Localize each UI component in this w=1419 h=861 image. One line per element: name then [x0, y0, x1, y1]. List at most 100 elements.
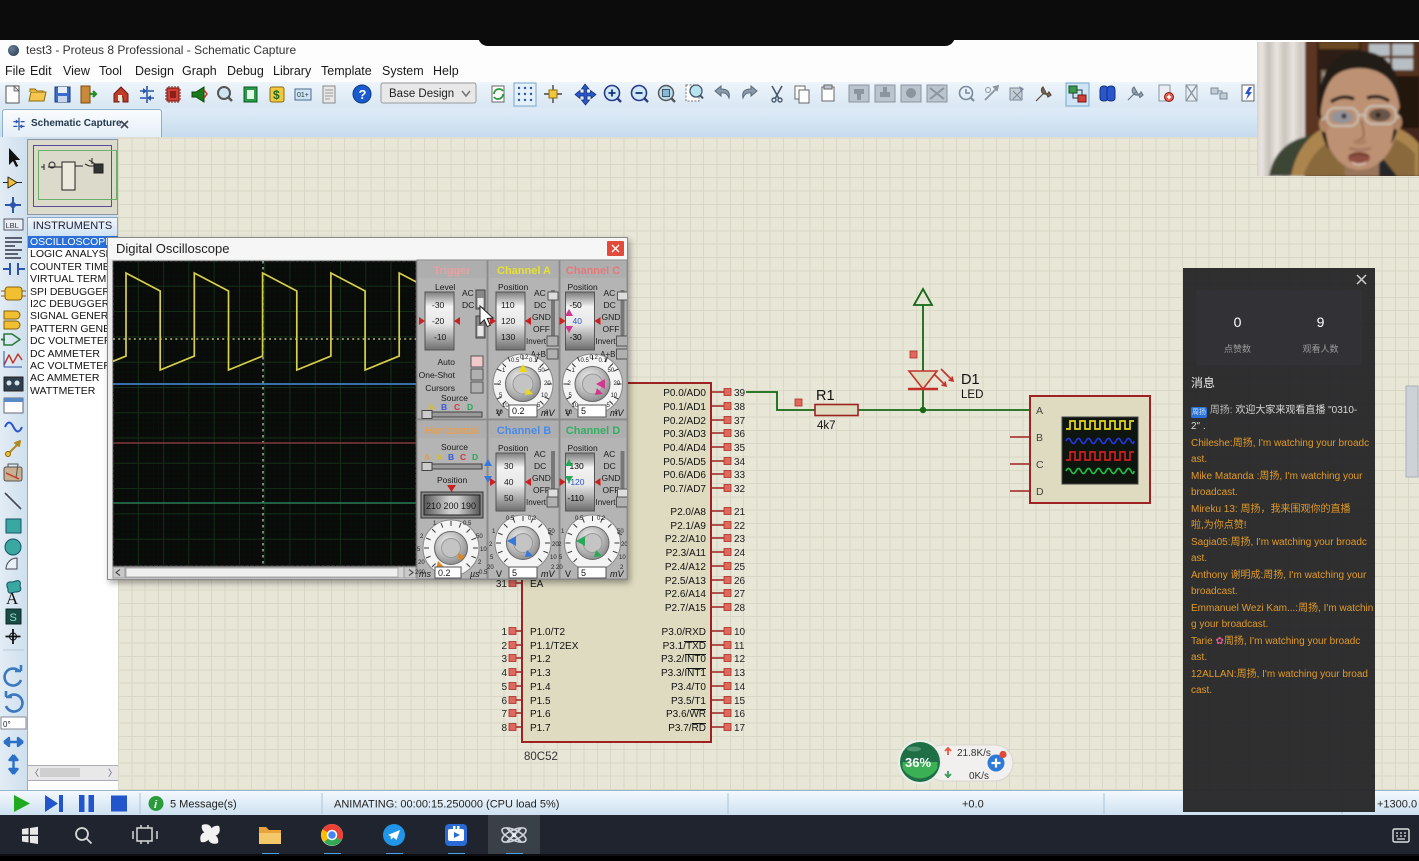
svg-text:GND: GND: [532, 312, 551, 322]
svg-text:-30: -30: [570, 332, 583, 342]
svg-text:-20: -20: [432, 316, 445, 326]
svg-text:39: 39: [734, 388, 746, 399]
svg-text:R1: R1: [816, 388, 835, 404]
svg-text:P0.2/AD2: P0.2/AD2: [663, 416, 706, 427]
svg-text:34: 34: [734, 457, 746, 468]
svg-text:32: 32: [734, 484, 746, 495]
svg-text:P2.7/A15: P2.7/A15: [665, 603, 707, 614]
svg-text:P2.0/A8: P2.0/A8: [670, 507, 706, 518]
svg-text:10: 10: [550, 555, 557, 561]
svg-text:20: 20: [621, 542, 627, 548]
svg-text:40: 40: [573, 316, 583, 326]
svg-text:V: V: [496, 569, 502, 579]
svg-text:Digital Oscilloscope: Digital Oscilloscope: [116, 241, 229, 256]
svg-text:17: 17: [734, 723, 746, 734]
svg-text:mV: mV: [541, 408, 555, 418]
svg-text:P3.0/RXD: P3.0/RXD: [662, 627, 706, 638]
svg-text:50: 50: [617, 529, 624, 535]
svg-text:P1.1/T2EX: P1.1/T2EX: [530, 641, 579, 652]
svg-text:DC: DC: [534, 300, 546, 310]
svg-text:P1.3: P1.3: [530, 668, 551, 679]
svg-text:16: 16: [734, 709, 746, 720]
svg-text:Cursors: Cursors: [425, 383, 455, 393]
svg-text:OFF: OFF: [533, 485, 550, 495]
svg-text:AC: AC: [534, 288, 546, 298]
svg-text:200: 200: [415, 570, 426, 576]
svg-text:0.1: 0.1: [529, 358, 538, 364]
svg-text:DC: DC: [462, 300, 474, 310]
svg-text:C: C: [1036, 459, 1044, 471]
svg-text:01+: 01+: [297, 92, 309, 99]
svg-text:V: V: [565, 408, 571, 418]
svg-text:P0.1/AD1: P0.1/AD1: [663, 402, 706, 413]
svg-text:+0.0: +0.0: [962, 799, 984, 811]
svg-text:10: 10: [480, 547, 487, 553]
svg-text:50: 50: [476, 534, 483, 540]
svg-text:P2.1/A9: P2.1/A9: [670, 521, 706, 532]
svg-text:20: 20: [487, 565, 494, 571]
svg-text:P2.6/A14: P2.6/A14: [665, 589, 707, 600]
svg-text:P2.3/A11: P2.3/A11: [666, 548, 707, 559]
svg-text:210 200 190: 210 200 190: [426, 501, 476, 511]
svg-text:One-Shot: One-Shot: [419, 370, 456, 380]
svg-text:P3.1/TXD: P3.1/TXD: [663, 641, 706, 652]
svg-text:P3.3/INT1: P3.3/INT1: [661, 668, 706, 679]
svg-text:130: 130: [501, 332, 515, 342]
svg-text:-30: -30: [432, 300, 445, 310]
svg-text:Channel A: Channel A: [497, 265, 551, 277]
svg-text:P1.6: P1.6: [530, 709, 551, 720]
svg-text:P3.5/T1: P3.5/T1: [671, 696, 706, 707]
svg-text:Channel C: Channel C: [566, 265, 620, 277]
svg-text:5: 5: [501, 682, 507, 693]
svg-text:26: 26: [734, 576, 746, 587]
svg-text:0.2: 0.2: [597, 516, 606, 522]
svg-text:P0.3/AD3: P0.3/AD3: [663, 429, 706, 440]
svg-text:C: C: [460, 452, 466, 462]
svg-text:30: 30: [504, 461, 514, 471]
svg-text:P0.5/AD5: P0.5/AD5: [663, 457, 706, 468]
svg-text:D: D: [1036, 486, 1044, 498]
svg-text:D1: D1: [961, 372, 980, 388]
svg-text:4k7: 4k7: [817, 420, 836, 432]
svg-text:Auto: Auto: [438, 357, 456, 367]
svg-text:13: 13: [734, 668, 746, 679]
svg-text:Channel B: Channel B: [497, 425, 551, 437]
svg-text:Position: Position: [498, 282, 529, 292]
svg-text:0.2: 0.2: [520, 355, 529, 361]
svg-text:10: 10: [541, 393, 548, 399]
svg-text:Position: Position: [498, 443, 529, 453]
svg-text:23: 23: [734, 534, 746, 545]
svg-text:B: B: [441, 402, 447, 412]
svg-text:0.2: 0.2: [438, 568, 451, 578]
svg-text:B: B: [448, 452, 454, 462]
svg-text:80C52: 80C52: [524, 751, 558, 763]
svg-text:C: C: [454, 402, 460, 412]
svg-text:OFF: OFF: [533, 324, 550, 334]
svg-text:120: 120: [501, 316, 515, 326]
svg-text:P3.6/WR: P3.6/WR: [666, 709, 706, 720]
svg-text:21: 21: [734, 507, 746, 518]
svg-text:P1.7: P1.7: [530, 723, 551, 734]
svg-text:36: 36: [734, 429, 746, 440]
svg-text:P1.5: P1.5: [530, 696, 551, 707]
svg-text:A: A: [424, 452, 430, 462]
svg-text:S: S: [10, 612, 17, 624]
svg-text:35: 35: [734, 443, 746, 454]
svg-text:P0.4/AD4: P0.4/AD4: [663, 443, 706, 454]
svg-text:P0.0/AD0: P0.0/AD0: [663, 388, 706, 399]
svg-text:-10: -10: [434, 332, 447, 342]
svg-text:?: ?: [359, 87, 367, 102]
svg-text:A: A: [6, 589, 19, 608]
svg-text:LBL: LBL: [6, 221, 19, 230]
svg-text:P1.0/T2: P1.0/T2: [530, 627, 565, 638]
svg-text:6: 6: [501, 696, 507, 707]
svg-text:P1.2: P1.2: [530, 654, 551, 665]
svg-text:P0.7/AD7: P0.7/AD7: [663, 484, 706, 495]
svg-text:Invert: Invert: [526, 337, 547, 346]
svg-text:0.5: 0.5: [506, 516, 515, 522]
svg-text:37: 37: [734, 416, 746, 427]
svg-text:5: 5: [512, 568, 517, 578]
svg-text:V: V: [565, 569, 571, 579]
svg-text:P3.7/RD: P3.7/RD: [668, 723, 706, 734]
svg-text:Level: Level: [435, 282, 455, 292]
